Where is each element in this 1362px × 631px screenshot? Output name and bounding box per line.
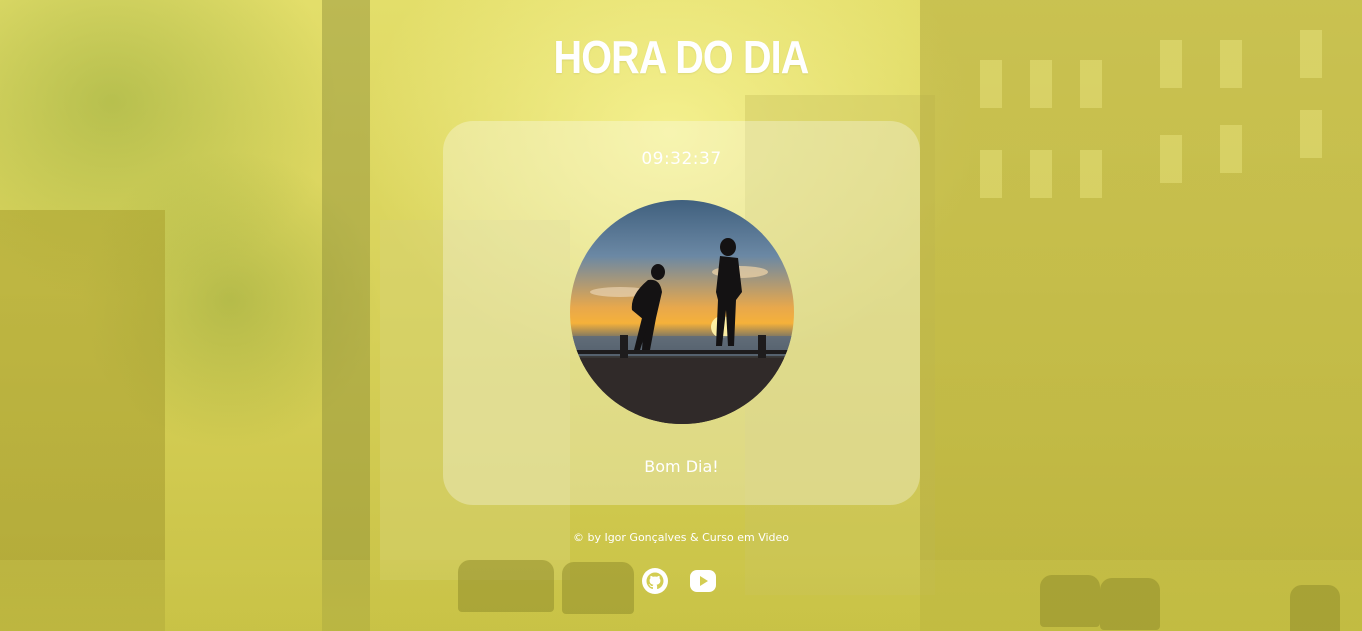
sunset-silhouette-graphic [570,238,794,424]
window [1160,135,1182,183]
github-link[interactable] [640,566,670,596]
footer-credit: © by Igor Gonçalves & Curso em Video [572,531,790,544]
youtube-link[interactable] [688,566,718,596]
page-title: HORA DO DIA [553,31,809,83]
greeting-message: Bom Dia! [644,457,719,476]
car [458,560,554,612]
current-time: 09:32:37 [641,149,722,169]
github-icon [642,568,668,594]
window [1300,110,1322,158]
window [980,150,1002,198]
window [1220,125,1242,173]
car [562,562,634,614]
window [1080,150,1102,198]
youtube-icon [690,570,716,592]
window [1300,30,1322,78]
car [1040,575,1100,627]
clock-card: 09:32:37 Bom Dia! [443,121,920,505]
window [1030,150,1052,198]
car [1290,585,1340,631]
social-links [640,566,720,596]
car [1100,578,1160,630]
time-of-day-image [570,200,794,424]
